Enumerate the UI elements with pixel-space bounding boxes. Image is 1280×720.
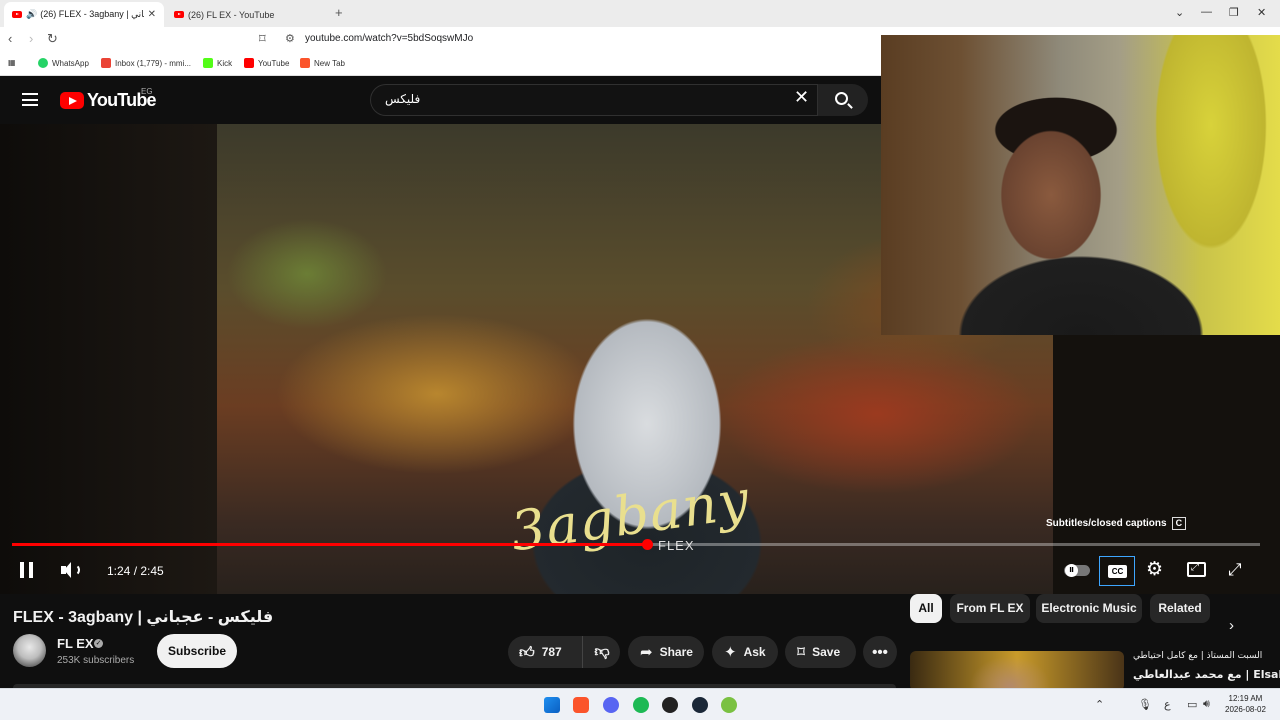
ask-button[interactable]: ✦ Ask [712, 636, 778, 668]
obs-icon[interactable] [662, 697, 678, 713]
back-icon[interactable]: ‹ [8, 31, 12, 46]
pause-button[interactable] [20, 562, 34, 578]
mic-icon[interactable]: 🎙︎ [1138, 698, 1152, 711]
bookmark-youtube[interactable]: YouTube [244, 58, 289, 68]
video-letterbox [0, 124, 217, 594]
gmail-icon [101, 58, 111, 68]
bookmark-kick[interactable]: Kick [203, 58, 232, 68]
country-code: EG [141, 87, 153, 96]
network-icon[interactable]: ▭ [1187, 698, 1197, 711]
site-info-icon[interactable]: ⚙ [285, 32, 295, 45]
whatsapp-icon [38, 58, 48, 68]
search-input[interactable] [385, 92, 785, 106]
bookmark-gmail[interactable]: Inbox (1,779) - mmi... [101, 58, 191, 68]
youtube-logo-icon[interactable] [60, 92, 84, 109]
chip-from-channel[interactable]: From FL EX [950, 594, 1030, 623]
settings-gear-icon[interactable]: ⚙ [1146, 560, 1163, 580]
recommended-thumbnail[interactable] [910, 651, 1124, 691]
speaker-icon[interactable]: 🔊︎ [1203, 698, 1210, 711]
maximize-icon[interactable]: ❐ [1229, 6, 1239, 19]
steam-icon[interactable] [692, 697, 708, 713]
more-icon: ••• [872, 643, 888, 661]
chevron-right-icon[interactable]: › [1229, 617, 1234, 634]
recommended-title-line2[interactable]: Elsabt | مع محمد عبدالعاطي [1133, 668, 1280, 681]
youtube-favicon-icon [12, 11, 22, 18]
youtube-header: YouTube EG ✕ [0, 76, 882, 124]
miniplayer-icon[interactable] [1187, 562, 1206, 577]
captions-tooltip: Subtitles/closed captions C [1046, 517, 1187, 530]
subscribe-button[interactable]: Subscribe [157, 634, 237, 668]
fullscreen-icon[interactable]: ⤢ [1228, 561, 1242, 579]
save-button[interactable]: ⌑ Save [785, 636, 856, 668]
progress-played [12, 543, 648, 546]
app-icon[interactable] [721, 697, 737, 713]
bookmark-whatsapp[interactable]: WhatsApp [38, 58, 89, 68]
chip-related[interactable]: Related [1150, 594, 1210, 623]
time-display: 1:24 / 2:45 [107, 564, 164, 578]
youtube-icon [244, 58, 254, 68]
watch-info: FLEX - 3agbany | فليكس - عجباني FL EX ✓ … [0, 594, 1280, 691]
brave-icon [300, 58, 310, 68]
dislike-button[interactable]: 👎︎ [584, 636, 620, 668]
language-indicator[interactable]: ع [1164, 698, 1171, 711]
shortcut-key: C [1171, 517, 1187, 530]
close-window-icon[interactable]: ✕ [1257, 6, 1266, 19]
screen: 🔊 (26) FLEX - 3agbany | فليكس - عجباني ✕… [0, 0, 1280, 720]
tab-title: (26) FLEX - 3agbany | فليكس - عجباني [40, 9, 144, 19]
kick-icon [203, 58, 213, 68]
new-tab-button[interactable]: + [335, 5, 343, 20]
minimize-icon[interactable]: — [1201, 6, 1212, 18]
bookmark-new-tab[interactable]: New Tab [300, 58, 345, 68]
sparkle-icon: ✦ [724, 643, 737, 661]
search-icon [835, 92, 848, 105]
like-count: 787 [541, 645, 562, 659]
tab-search-icon[interactable]: ⌄ [1175, 6, 1184, 19]
tab-active[interactable]: 🔊 (26) FLEX - 3agbany | فليكس - عجباني ✕ [4, 2, 164, 27]
webcam-overlay [881, 35, 1280, 335]
thumbs-up-icon: 👍︎ [519, 643, 535, 661]
windows-taskbar: ⌃ 🎙︎ ع ▭ 🔊︎ 12:19 AM 2026-08-02 [0, 688, 1280, 720]
discord-icon[interactable] [603, 697, 619, 713]
clock[interactable]: 12:19 AM 2026-08-02 [1225, 693, 1266, 715]
verified-icon: ✓ [94, 639, 103, 648]
like-dislike-group: 👍︎ 787 👎︎ [508, 636, 620, 668]
more-actions-button[interactable]: ••• [863, 636, 897, 668]
forward-icon[interactable]: › [29, 31, 33, 46]
captions-button[interactable]: CC [1099, 556, 1135, 586]
tab-title: (26) FL EX - YouTube [188, 9, 275, 20]
tray-chevron-icon[interactable]: ⌃ [1095, 698, 1104, 711]
tab-inactive[interactable]: (26) FL EX - YouTube [166, 2, 322, 27]
chip-all[interactable]: All [910, 594, 942, 623]
browser-tabstrip: 🔊 (26) FLEX - 3agbany | فليكس - عجباني ✕… [0, 0, 1280, 27]
progress-bar[interactable] [12, 539, 1260, 550]
start-icon[interactable] [544, 697, 560, 713]
recommended-title-line1[interactable]: السبت المستاذ | مع كامل احتياطي [1133, 651, 1262, 661]
video-title: FLEX - 3agbany | فليكس - عجباني [13, 609, 274, 626]
reload-icon[interactable]: ↻ [47, 31, 58, 47]
share-icon: ➦ [640, 643, 653, 661]
channel-avatar[interactable] [13, 634, 46, 667]
apps-icon[interactable]: ▦ [8, 58, 16, 67]
close-tab-icon[interactable]: ✕ [148, 9, 156, 20]
brave-icon[interactable] [573, 697, 589, 713]
bookmark-save-icon: ⌑ [797, 643, 806, 661]
autoplay-toggle[interactable] [1064, 564, 1090, 577]
like-button[interactable]: 👍︎ 787 [508, 636, 583, 668]
chip-electronic-music[interactable]: Electronic Music [1036, 594, 1142, 623]
menu-icon[interactable] [22, 93, 38, 106]
cc-icon: CC [1108, 565, 1127, 578]
share-button[interactable]: ➦ Share [628, 636, 704, 668]
volume-icon[interactable] [61, 561, 81, 579]
clear-search-icon[interactable]: ✕ [794, 87, 809, 108]
spotify-icon[interactable] [633, 697, 649, 713]
subscriber-count: 253K subscribers [57, 655, 135, 666]
bookmark-icon[interactable]: ⌑ [259, 31, 266, 47]
thumbs-down-icon: 👎︎ [594, 643, 610, 660]
search-button[interactable] [818, 84, 868, 116]
channel-name[interactable]: FL EX [57, 636, 94, 651]
audio-playing-icon[interactable]: 🔊 [26, 9, 37, 20]
search-box [370, 84, 818, 116]
youtube-favicon-icon [174, 11, 184, 18]
address-bar[interactable]: youtube.com/watch?v=5bdSoqswMJo [305, 33, 473, 44]
